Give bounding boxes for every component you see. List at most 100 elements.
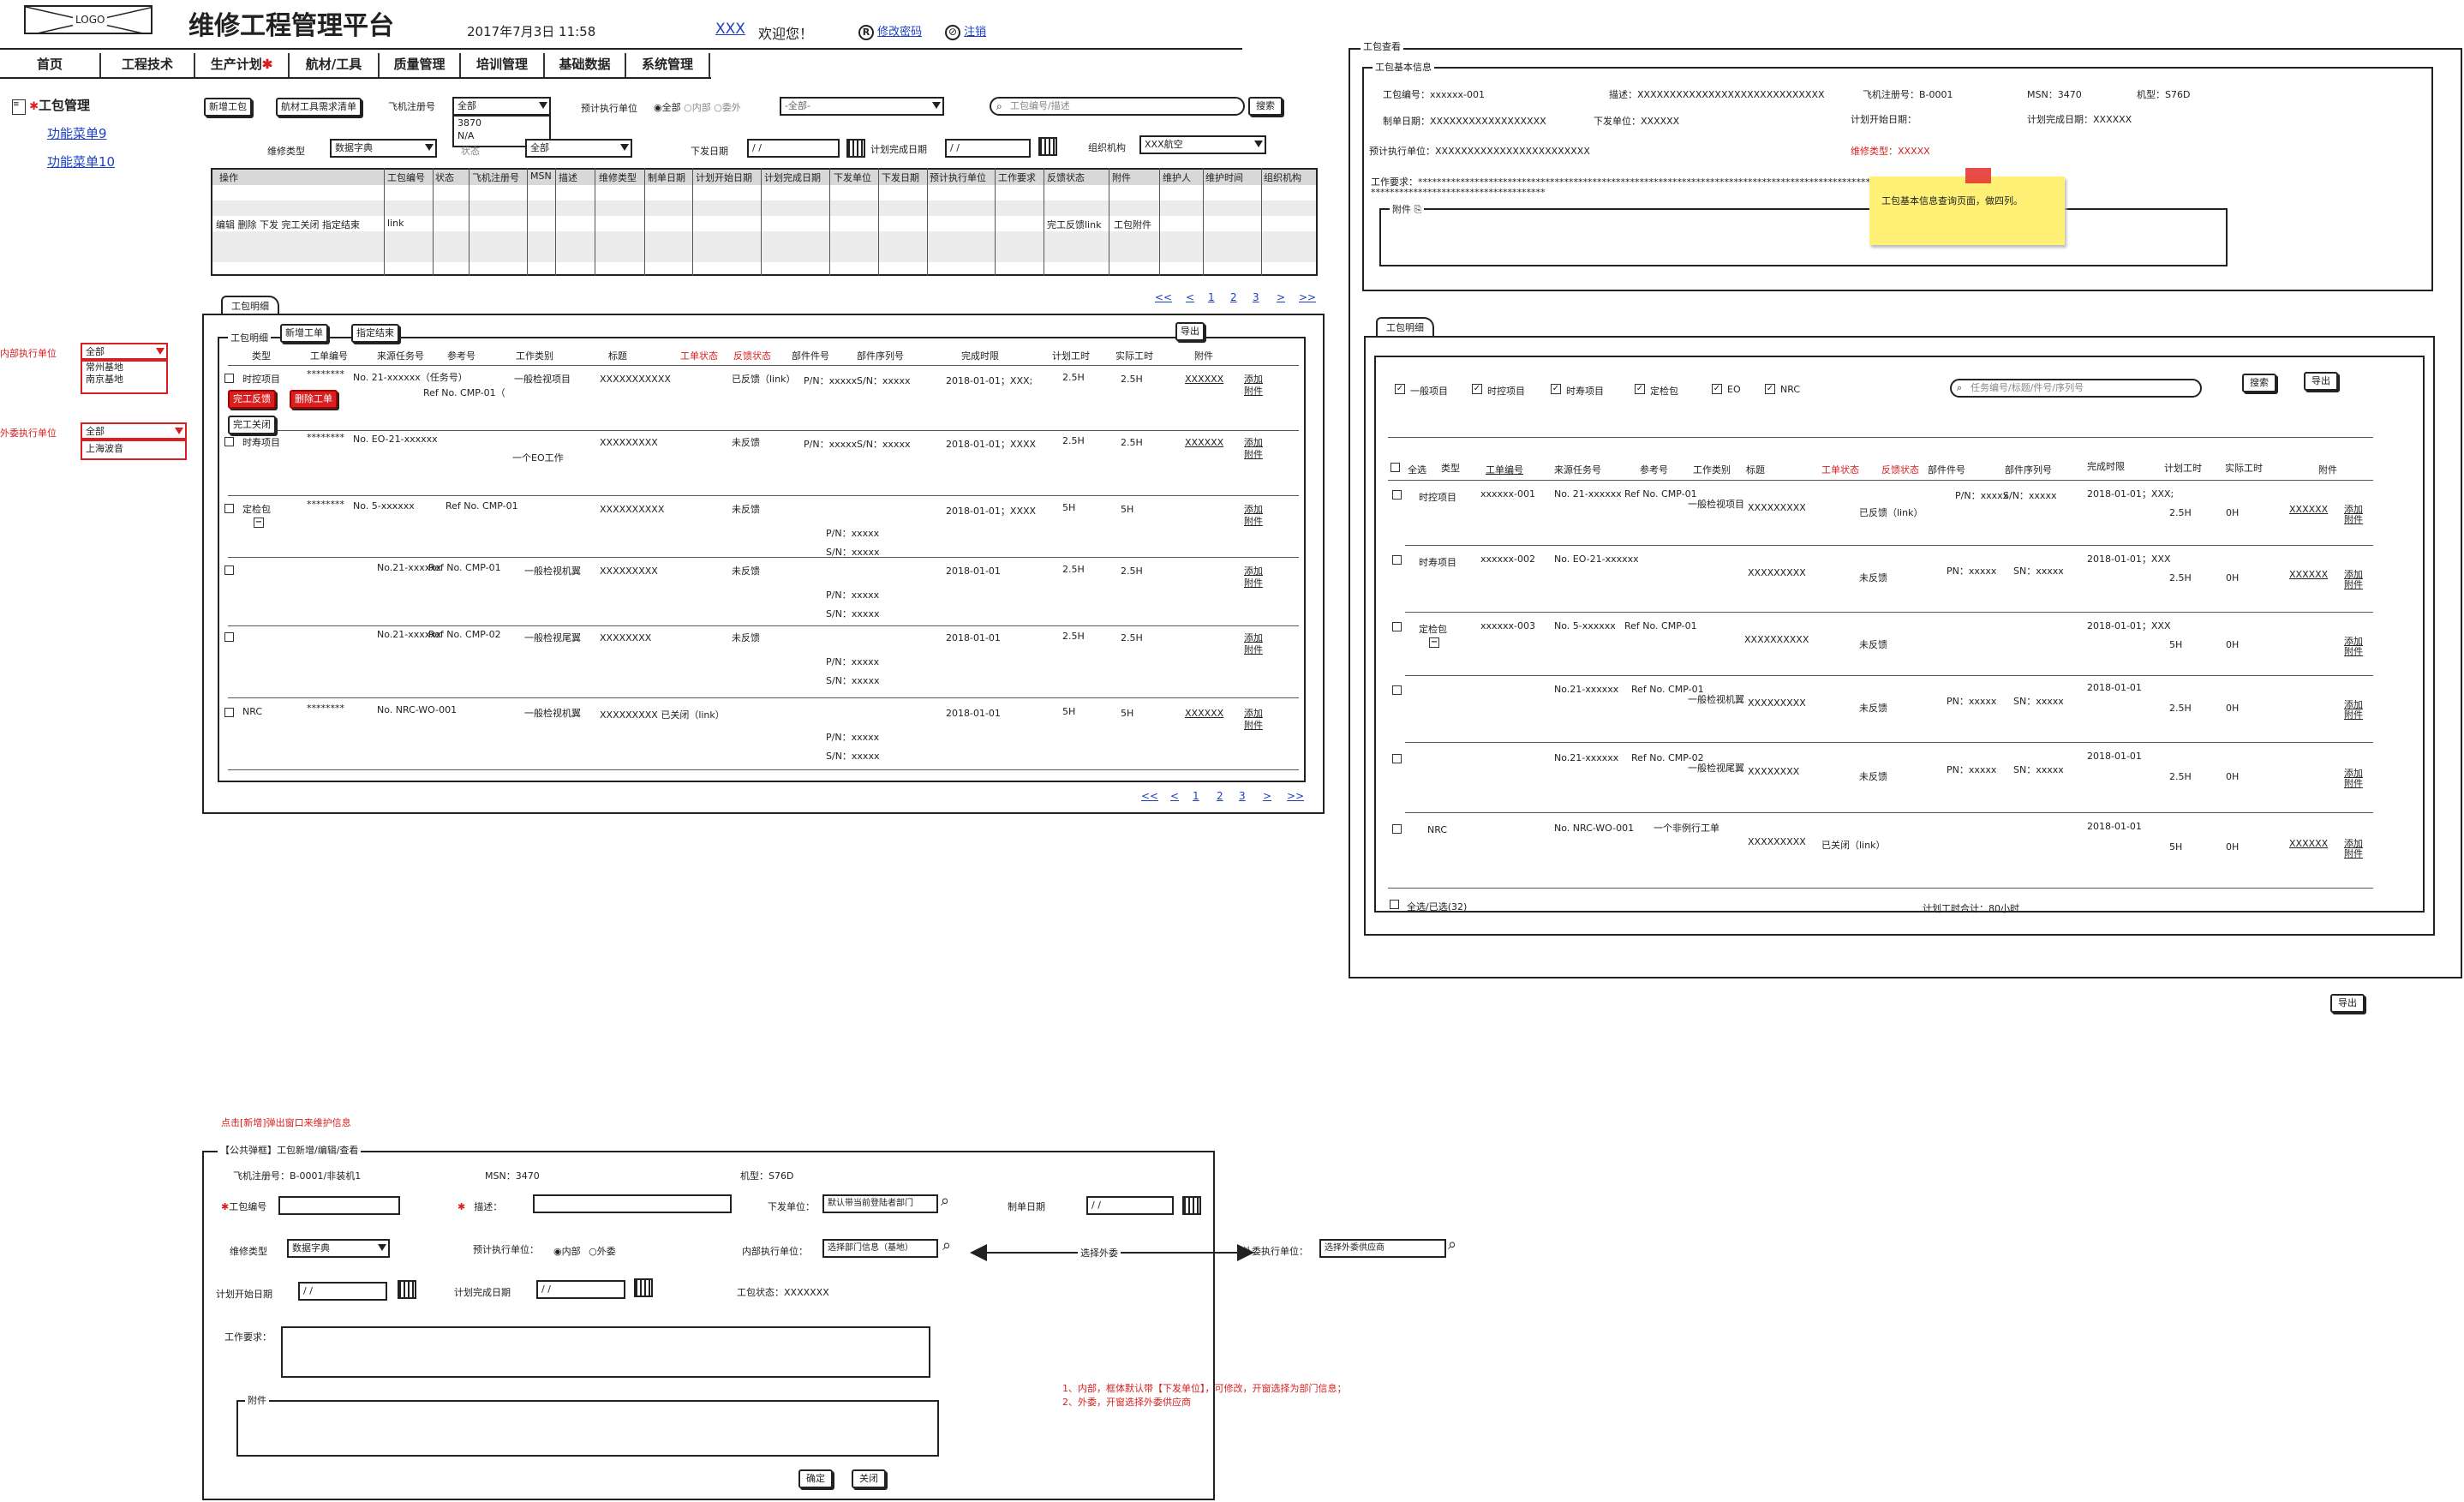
option-changzhou[interactable]: 常州基地	[86, 362, 166, 374]
col-iunit[interactable]: 下发单位	[834, 171, 871, 184]
option-nanjing[interactable]: 南京基地	[86, 374, 166, 386]
exec-unit-select[interactable]: -全部-	[780, 97, 944, 116]
calendar-icon[interactable]	[1182, 1196, 1201, 1215]
row-fb[interactable]: 已关闭（link）	[1821, 838, 1885, 852]
row-checkbox[interactable]	[1392, 555, 1402, 565]
form-attachment-box[interactable]	[236, 1400, 939, 1457]
attachment-icon[interactable]: ⎘	[1414, 204, 1422, 215]
row-status[interactable]: 已反馈（link）	[732, 372, 795, 386]
row-checkbox[interactable]	[1392, 685, 1402, 695]
row-fb[interactable]: 未反馈	[1859, 769, 1887, 783]
row-fb[interactable]: 未反馈	[1859, 701, 1887, 715]
col-status[interactable]: 状态	[435, 171, 454, 184]
assign-end-button[interactable]: 指定结束	[351, 324, 399, 343]
org-select[interactable]: XXX航空	[1139, 135, 1266, 154]
status-select[interactable]: 全部	[525, 139, 632, 158]
form-req-textarea[interactable]	[281, 1326, 930, 1378]
row-attach-link[interactable]: 附件	[2344, 577, 2363, 591]
col-pstart[interactable]: 计划开始日期	[696, 171, 752, 184]
form-outer-unit-input[interactable]: 选择外委供应商	[1319, 1239, 1446, 1258]
page-first[interactable]: <<	[1141, 790, 1158, 802]
select-all-checkbox[interactable]	[1390, 463, 1400, 472]
col-exec[interactable]: 预计执行单位	[930, 171, 986, 184]
row-checkbox[interactable]	[1392, 490, 1402, 500]
feedback-button[interactable]: 完工反馈	[228, 390, 276, 409]
page-prev[interactable]: <	[1170, 790, 1179, 802]
search-icon[interactable]: ⌕	[942, 1236, 951, 1254]
row-cardno[interactable]: ********	[307, 703, 344, 714]
nav-production[interactable]: 生产计划✱	[195, 53, 290, 79]
search-icon[interactable]: ⌕	[941, 1192, 949, 1210]
row-checkbox[interactable]	[1392, 824, 1402, 834]
nav-system[interactable]: 系统管理	[626, 53, 710, 79]
row-cardno[interactable]: ********	[307, 432, 344, 443]
row-attach-link[interactable]: 附件	[2344, 644, 2363, 658]
row-att-link[interactable]: XXXXXX	[1185, 374, 1223, 385]
nav-training[interactable]: 培训管理	[461, 53, 545, 79]
complete-close-button[interactable]: 完工关闭	[228, 416, 276, 434]
row-att-link[interactable]: XXXXXX	[2289, 569, 2328, 580]
form-repair-select[interactable]: 数据字典	[287, 1239, 390, 1258]
collapse-icon[interactable]: −	[254, 518, 264, 528]
radio-inner[interactable]: ○内部	[684, 102, 711, 113]
row-cardno[interactable]: xxxxxx-003	[1480, 620, 1535, 631]
row-attach-link[interactable]: 附件	[1244, 514, 1263, 528]
page-1[interactable]: 1	[1193, 790, 1199, 802]
col-msn[interactable]: MSN	[530, 171, 552, 182]
page-last[interactable]: >>	[1299, 291, 1316, 303]
col-mtime[interactable]: 维护时间	[1205, 171, 1243, 184]
row-attach-link[interactable]: 附件	[1244, 576, 1263, 589]
col-pend[interactable]: 计划完成日期	[764, 171, 821, 184]
row-status[interactable]: 未反馈	[732, 631, 760, 644]
col-reg[interactable]: 飞机注册号	[472, 171, 519, 184]
filter-checkbox[interactable]: ✓	[1635, 384, 1645, 394]
issue-date-input[interactable]: / /	[747, 139, 840, 158]
row-checkbox[interactable]	[1392, 754, 1402, 763]
vh-type[interactable]: 类型	[1441, 461, 1460, 475]
filter-checkbox[interactable]: ✓	[1712, 384, 1722, 394]
logout-link[interactable]: ⊘ 注销	[945, 22, 986, 40]
row-attach-link[interactable]: 附件	[2344, 708, 2363, 721]
radio-all[interactable]: ◉全部	[654, 102, 681, 113]
repair-type-select[interactable]: 数据字典	[330, 139, 437, 158]
view-search-button[interactable]: 搜索	[2242, 374, 2276, 392]
col-pkgno[interactable]: 工包编号	[387, 171, 425, 184]
form-close-button[interactable]: 关闭	[852, 1469, 886, 1488]
form-ok-button[interactable]: 确定	[798, 1469, 833, 1488]
col-idate[interactable]: 下发日期	[882, 171, 919, 184]
row-attach-link[interactable]: 附件	[2344, 512, 2363, 526]
filter-checkbox[interactable]: ✓	[1551, 384, 1561, 394]
row-attach-link[interactable]: 附件	[1244, 718, 1263, 732]
sidebar-title[interactable]: 工包管理	[39, 98, 90, 113]
detail-tab[interactable]: 工包明细	[221, 296, 279, 314]
attachment-link[interactable]: 工包附件	[1114, 218, 1151, 231]
row-cardno[interactable]: ********	[307, 368, 344, 380]
filter-checkbox[interactable]: ✓	[1472, 384, 1482, 394]
filter-checkbox[interactable]: ✓	[1765, 384, 1775, 394]
inner-unit-select[interactable]: 全部	[81, 343, 168, 360]
page-2[interactable]: 2	[1217, 790, 1223, 802]
col-repair[interactable]: 维修类型	[599, 171, 637, 184]
option-shanghai[interactable]: 上海波音	[86, 441, 185, 457]
row-checkbox[interactable]	[224, 632, 234, 642]
row-checkbox[interactable]	[224, 565, 234, 575]
search-input[interactable]: ⌕ 工包编号/描述	[990, 97, 1245, 116]
form-pkgno-input[interactable]	[278, 1196, 400, 1215]
row-status[interactable]: 未反馈	[732, 564, 760, 577]
select-all-footer-checkbox[interactable]	[1390, 900, 1399, 909]
calendar-icon[interactable]	[634, 1278, 653, 1297]
row-link[interactable]: link	[387, 218, 404, 229]
calendar-icon[interactable]	[846, 139, 865, 158]
user-name-link[interactable]: XXX	[715, 21, 745, 38]
col-desc[interactable]: 描述	[559, 171, 577, 184]
page-next[interactable]: >	[1263, 790, 1271, 802]
search-icon[interactable]: ⌕	[1448, 1236, 1456, 1254]
page-1[interactable]: 1	[1208, 291, 1215, 303]
form-made-input[interactable]: / /	[1086, 1196, 1174, 1215]
nav-engineering[interactable]: 工程技术	[101, 53, 195, 79]
row-fb[interactable]: 未反馈	[1859, 637, 1887, 651]
row-cardno[interactable]: ********	[307, 499, 344, 510]
col-made[interactable]: 制单日期	[648, 171, 685, 184]
option-3870[interactable]: 3870	[458, 117, 549, 129]
row-cardno[interactable]: xxxxxx-002	[1480, 554, 1535, 565]
